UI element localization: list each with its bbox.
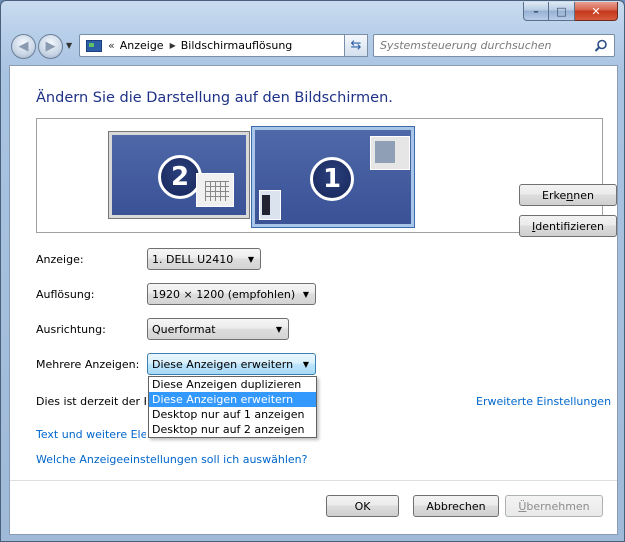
apply-button[interactable]: Übernehmen <box>505 495 603 517</box>
search-input[interactable] <box>380 39 590 52</box>
control-panel-icon <box>86 39 102 52</box>
back-button[interactable]: ◀ <box>11 34 36 59</box>
search-box <box>373 34 615 57</box>
breadcrumb-item-bildschirmaufloesung[interactable]: Bildschirmauflösung <box>181 39 293 52</box>
chevron-down-icon: ▼ <box>247 255 254 264</box>
dropdown-option[interactable]: Desktop nur auf 1 anzeigen <box>149 407 316 422</box>
caption-buttons: – □ ✕ <box>523 2 618 21</box>
erkennen-button[interactable]: Erke n nen <box>519 184 617 206</box>
anzeige-label: Anzeige: <box>36 253 84 266</box>
maximize-button[interactable]: □ <box>549 2 575 21</box>
address-bar[interactable]: « Anzeige ▶ Bildschirmauflösung ▼ <box>79 34 366 57</box>
dropdown-option-selected[interactable]: Diese Anzeigen erweitern <box>149 392 316 407</box>
mehrere-anzeigen-dropdown: Diese Anzeigen duplizieren Diese Anzeige… <box>148 376 317 438</box>
text-size-link[interactable]: Text und weitere Elem <box>36 428 146 441</box>
minimize-button[interactable]: – <box>523 2 549 21</box>
anzeige-select[interactable]: 1. DELL U2410 ▼ <box>147 248 261 270</box>
which-settings-link[interactable]: Welche Anzeigeeinstellungen soll ich aus… <box>36 453 308 466</box>
chevron-down-icon: ▼ <box>302 290 309 299</box>
dropdown-option[interactable]: Diese Anzeigen duplizieren <box>149 377 316 392</box>
forward-arrow-icon: ▶ <box>45 39 56 54</box>
content-panel: Ändern Sie die Darstellung auf den Bilds… <box>9 65 618 535</box>
dropdown-option[interactable]: Desktop nur auf 2 anzeigen <box>149 422 316 437</box>
breadcrumb-overflow[interactable]: « <box>108 39 115 52</box>
window: – □ ✕ ◀ ▶ ▼ « Anzeige ▶ Bildschirmauflös… <box>0 0 625 542</box>
monitor-1[interactable]: 1 <box>251 126 415 228</box>
monitor-2[interactable]: 2 <box>108 131 250 219</box>
primary-display-status: Dies ist derzeit der Ha <box>36 395 146 408</box>
identifizieren-button[interactable]: Identifizieren <box>519 215 617 237</box>
ausrichtung-label: Ausrichtung: <box>36 323 106 336</box>
monitor-number-1: 1 <box>310 157 354 201</box>
monitor-preview-window-icon <box>370 136 410 170</box>
monitor-arrangement: 2 1 Erke n nen Identifizieren <box>36 118 617 237</box>
refresh-icon: ⇆ <box>350 38 362 53</box>
forward-button[interactable]: ▶ <box>38 34 63 59</box>
search-icon[interactable] <box>594 39 608 53</box>
breadcrumb-separator-icon[interactable]: ▶ <box>170 41 176 50</box>
recent-pages-dropdown-icon[interactable]: ▼ <box>66 41 72 50</box>
chevron-down-icon: ▼ <box>275 325 282 334</box>
divider <box>10 480 617 481</box>
close-button[interactable]: ✕ <box>575 2 618 21</box>
chevron-down-icon: ▼ <box>302 360 309 369</box>
monitor-preview-window-icon <box>196 173 234 207</box>
aufloesung-label: Auflösung: <box>36 288 95 301</box>
ausrichtung-select[interactable]: Querformat ▼ <box>147 318 289 340</box>
breadcrumb-item-anzeige[interactable]: Anzeige <box>120 39 164 52</box>
back-arrow-icon: ◀ <box>18 39 29 54</box>
mehrere-anzeigen-select[interactable]: Diese Anzeigen erweitern ▼ <box>147 353 316 375</box>
advanced-settings-link[interactable]: Erweiterte Einstellungen <box>476 395 611 408</box>
mehrere-anzeigen-label: Mehrere Anzeigen: <box>36 358 140 371</box>
cancel-button[interactable]: Abbrechen <box>413 495 499 517</box>
aufloesung-select[interactable]: 1920 × 1200 (empfohlen) ▼ <box>147 283 316 305</box>
taskbar-preview-icon <box>259 190 281 220</box>
page-title: Ändern Sie die Darstellung auf den Bilds… <box>36 90 393 106</box>
refresh-button[interactable]: ⇆ <box>344 34 368 57</box>
ok-button[interactable]: OK <box>326 495 399 517</box>
